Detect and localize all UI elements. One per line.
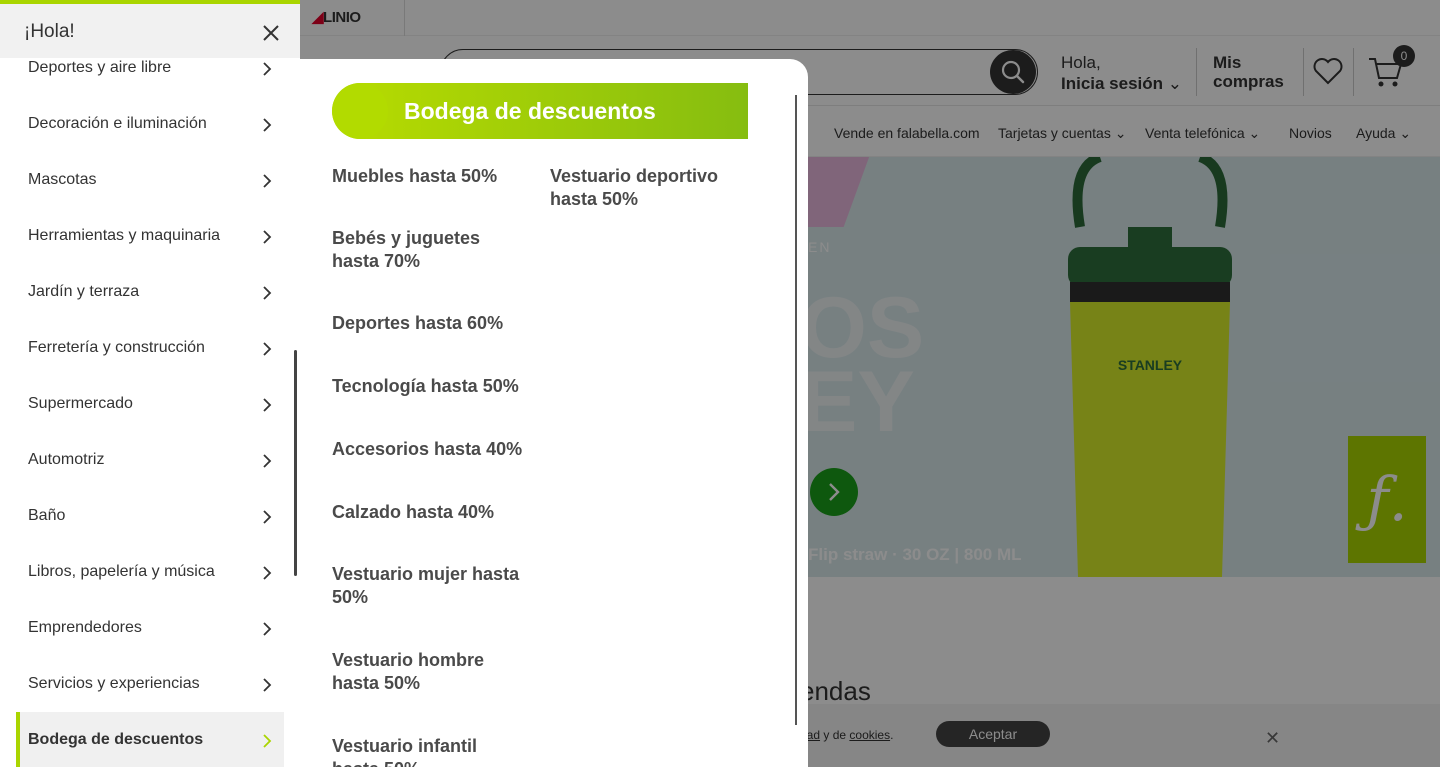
menu-item-label: Libros, papelería y música (28, 563, 215, 580)
menu-item[interactable]: Decoración e iluminación (16, 96, 284, 152)
submenu-link[interactable]: Vestuario hombre hasta 50% (332, 649, 527, 695)
menu-item[interactable]: Automotriz (16, 432, 284, 488)
chevron-right-icon (263, 454, 272, 468)
menu-item[interactable]: Ferretería y construcción (16, 320, 284, 376)
submenu-link[interactable]: Calzado hasta 40% (332, 501, 527, 524)
menu-item-label: Servicios y experiencias (28, 675, 200, 692)
menu-item-label: Jardín y terraza (28, 283, 140, 300)
menu-item[interactable]: Libros, papelería y música (16, 544, 284, 600)
menu-item[interactable]: Baño (16, 488, 284, 544)
menu-item-label: Deportes y aire libre (28, 59, 172, 76)
chevron-right-icon (263, 174, 272, 188)
menu-scrollbar[interactable] (294, 350, 297, 576)
chevron-right-icon (263, 734, 272, 748)
submenu-panel: Bodega de descuentos Muebles hasta 50% Be… (300, 59, 808, 767)
menu-item[interactable]: Supermercado (16, 376, 284, 432)
chevron-right-icon (263, 398, 272, 412)
chevron-right-icon (263, 118, 272, 132)
menu-item-label: Bodega de descuentos (28, 731, 204, 748)
menu-item[interactable]: Jardín y terraza (16, 264, 284, 320)
submenu-link[interactable]: Accesorios hasta 40% (332, 438, 527, 461)
pill-decoration (332, 83, 388, 139)
chevron-right-icon (263, 566, 272, 580)
chevron-right-icon (263, 286, 272, 300)
menu-item[interactable]: Emprendedores (16, 600, 284, 656)
submenu-link[interactable]: Vestuario mujer hasta 50% (332, 563, 527, 609)
menu-item[interactable]: Deportes y aire libre (16, 40, 284, 96)
chevron-right-icon (263, 230, 272, 244)
submenu-link[interactable]: Vestuario deportivo hasta 50% (550, 165, 745, 211)
chevron-right-icon (263, 342, 272, 356)
submenu-link[interactable]: Muebles hasta 50% (332, 165, 527, 188)
chevron-right-icon (263, 678, 272, 692)
menu-item-label: Automotriz (28, 451, 105, 468)
submenu-link[interactable]: Bebés y juguetes hasta 70% (332, 227, 527, 273)
menu-item-label: Herramientas y maquinaria (28, 227, 221, 244)
menu-item-label: Emprendedores (28, 619, 142, 636)
panel-header-pill[interactable]: Bodega de descuentos (332, 83, 748, 139)
submenu-link[interactable]: Tecnología hasta 50% (332, 375, 527, 398)
panel-title: Bodega de descuentos (404, 98, 656, 124)
chevron-right-icon (263, 62, 272, 76)
menu-item[interactable]: Servicios y experiencias (16, 656, 284, 712)
submenu-link[interactable]: Deportes hasta 60% (332, 312, 527, 335)
submenu-link[interactable]: Vestuario infantil hasta 50% (332, 735, 527, 767)
menu-item-label: Mascotas (28, 171, 97, 188)
menu-item-label: Supermercado (28, 395, 133, 412)
category-menu: ¡Hola! Deportes y aire libre Decoración e… (0, 0, 300, 767)
menu-item-label: Decoración e iluminación (28, 115, 207, 132)
panel-scrollbar[interactable] (795, 95, 797, 725)
chevron-right-icon (263, 622, 272, 636)
menu-item[interactable]: Herramientas y maquinaria (16, 208, 284, 264)
menu-item[interactable]: Bodega de descuentos (16, 712, 284, 767)
menu-item-label: Baño (28, 507, 66, 524)
menu-item-label: Ferretería y construcción (28, 339, 205, 356)
chevron-right-icon (263, 510, 272, 524)
menu-item[interactable]: Mascotas (16, 152, 284, 208)
